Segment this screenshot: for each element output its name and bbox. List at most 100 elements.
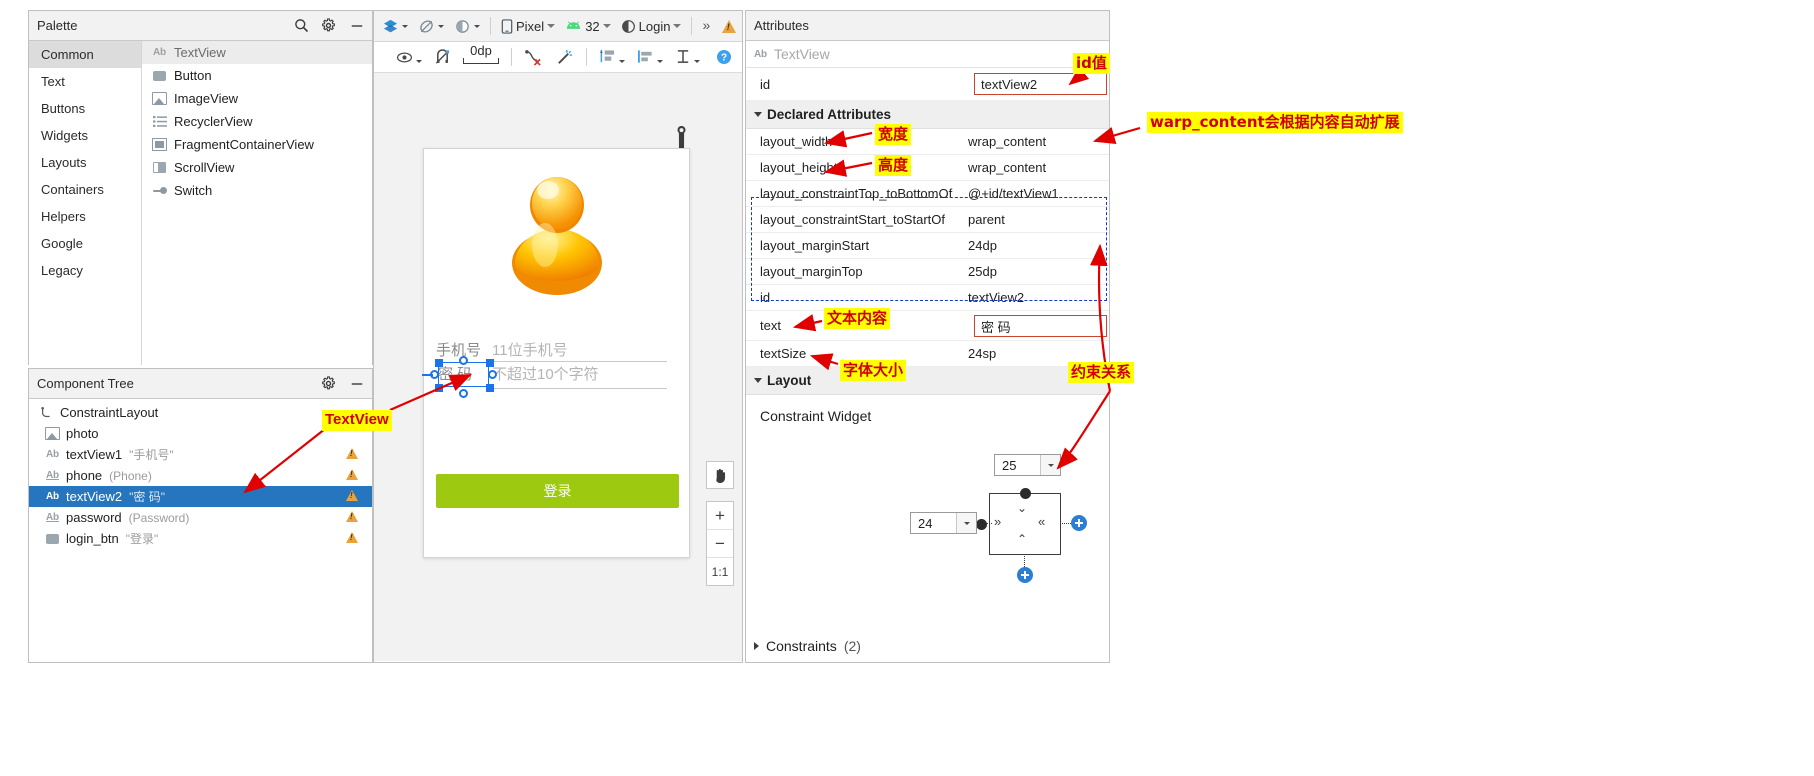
tree-node-photo[interactable]: photo xyxy=(29,423,372,444)
search-icon[interactable] xyxy=(294,18,309,33)
palette-category-legacy[interactable]: Legacy xyxy=(29,257,141,284)
help-icon[interactable]: ? xyxy=(716,49,732,65)
constraint-chevron-down-icon[interactable]: ⌄ xyxy=(1017,501,1027,515)
warning-icon[interactable] xyxy=(346,489,358,504)
palette-item-recyclerview[interactable]: RecyclerView xyxy=(142,110,372,133)
gear-icon[interactable] xyxy=(321,18,336,33)
tree-node-phone[interactable]: Ab phone (Phone) xyxy=(29,465,372,486)
attr-value[interactable]: 24sp xyxy=(958,346,1109,361)
attr-row-margin-start[interactable]: layout_marginStart 24dp xyxy=(746,233,1109,259)
attr-row-id[interactable]: id textView2 xyxy=(746,285,1109,311)
add-constraint-bottom-icon[interactable] xyxy=(1017,567,1033,586)
attr-value[interactable]: wrap_content xyxy=(958,160,1109,175)
constraint-anchor-bottom[interactable] xyxy=(459,389,468,398)
attr-row-textsize[interactable]: textSize 24sp xyxy=(746,341,1109,367)
attr-value[interactable]: textView2 xyxy=(958,290,1109,305)
constraint-anchor-left-dot[interactable] xyxy=(976,519,987,530)
selection-box[interactable] xyxy=(438,362,489,387)
phone-preview[interactable]: 手机号 11位手机号 密 码 不超过10个字符 登录 xyxy=(422,148,690,558)
guideline-icon[interactable] xyxy=(671,45,704,69)
constraint-chevron-up-icon[interactable]: ⌃ xyxy=(1017,532,1027,546)
attr-value[interactable]: wrap_content xyxy=(958,134,1109,149)
warning-icon[interactable] xyxy=(346,510,358,525)
palette-category-common[interactable]: Common xyxy=(29,41,141,68)
theme-icon[interactable] xyxy=(450,14,484,38)
layers-icon[interactable] xyxy=(378,14,412,38)
minimize-icon[interactable] xyxy=(350,19,364,33)
palette-item-fragmentcontainerview[interactable]: FragmentContainerView xyxy=(142,133,372,156)
pan-hand-icon[interactable] xyxy=(706,461,734,489)
chevron-down-icon[interactable] xyxy=(1040,455,1060,475)
tree-node-login-btn[interactable]: login_btn "登录" xyxy=(29,528,372,549)
warning-icon[interactable] xyxy=(346,447,358,462)
attr-row-text[interactable]: text 密 码 xyxy=(746,311,1109,341)
infer-constraints-icon[interactable] xyxy=(551,45,578,69)
attr-value[interactable]: parent xyxy=(958,212,1109,227)
palette-category-widgets[interactable]: Widgets xyxy=(29,122,141,149)
attr-row-margin-top[interactable]: layout_marginTop 25dp xyxy=(746,259,1109,285)
zoom-in-button[interactable]: + xyxy=(707,502,733,530)
palette-category-buttons[interactable]: Buttons xyxy=(29,95,141,122)
margin-start-spinner[interactable]: 24 xyxy=(910,512,977,534)
constraint-anchor-right[interactable] xyxy=(488,370,497,379)
add-constraint-right-icon[interactable] xyxy=(1071,515,1087,534)
selection-handle-tr[interactable] xyxy=(486,359,494,367)
constraint-widget[interactable]: ⌄ ⌃ » « xyxy=(989,488,1061,555)
attr-row-constraint-top[interactable]: layout_constraintTop_toBottomOf @+id/tex… xyxy=(746,181,1109,207)
design-canvas[interactable]: 手机号 11位手机号 密 码 不超过10个字符 登录 + − 1:1 xyxy=(374,73,742,661)
align-icon[interactable] xyxy=(633,45,667,69)
tree-node-textview1[interactable]: Ab textView1 "手机号" xyxy=(29,444,372,465)
preview-login-button[interactable]: 登录 xyxy=(436,474,679,508)
palette-item-button[interactable]: Button xyxy=(142,64,372,87)
warning-icon[interactable] xyxy=(346,531,358,546)
palette-category-google[interactable]: Google xyxy=(29,230,141,257)
chevron-down-icon[interactable] xyxy=(956,513,976,533)
attr-row-id-top[interactable]: id textView2 xyxy=(746,68,1109,101)
orientation-icon[interactable] xyxy=(414,14,448,38)
palette-category-layouts[interactable]: Layouts xyxy=(29,149,141,176)
constraints-section[interactable]: Constraints (2) xyxy=(754,638,861,654)
margin-selector[interactable]: 0dp xyxy=(459,44,503,69)
palette-item-switch[interactable]: Switch xyxy=(142,179,372,202)
constraint-knob-top[interactable] xyxy=(1020,488,1031,499)
text-value-input[interactable]: 密 码 xyxy=(974,315,1107,337)
toolbar-overflow-button[interactable]: » xyxy=(698,13,714,40)
palette-item-textview[interactable]: Ab TextView xyxy=(142,41,372,64)
tree-node-constraintlayout[interactable]: ConstraintLayout xyxy=(29,402,372,423)
attr-value[interactable]: 24dp xyxy=(958,238,1109,253)
eye-icon[interactable] xyxy=(392,45,426,69)
attr-value[interactable]: @+id/textView1 xyxy=(958,186,1109,201)
warning-icon[interactable] xyxy=(722,19,737,33)
declared-attributes-section[interactable]: Declared Attributes xyxy=(746,101,1109,129)
tree-node-textview2[interactable]: Ab textView2 "密 码" xyxy=(29,486,372,507)
selection-handle-bl[interactable] xyxy=(435,384,443,392)
constraint-arrow-right-icon[interactable]: » xyxy=(994,514,1001,529)
layout-section[interactable]: Layout xyxy=(746,367,1109,395)
zoom-level-button[interactable]: 1:1 xyxy=(707,558,733,585)
palette-category-helpers[interactable]: Helpers xyxy=(29,203,141,230)
attr-row-layout-height[interactable]: layout_height wrap_content xyxy=(746,155,1109,181)
magnet-off-icon[interactable] xyxy=(430,45,455,69)
margin-top-spinner[interactable]: 25 xyxy=(994,454,1061,476)
id-value-input[interactable]: textView2 xyxy=(974,73,1107,95)
selection-handle-br[interactable] xyxy=(486,384,494,392)
attr-row-constraint-start[interactable]: layout_constraintStart_toStartOf parent xyxy=(746,207,1109,233)
palette-item-scrollview[interactable]: ScrollView xyxy=(142,156,372,179)
zoom-out-button[interactable]: − xyxy=(707,530,733,558)
selection-handle-tl[interactable] xyxy=(435,359,443,367)
attr-row-layout-width[interactable]: layout_width wrap_content xyxy=(746,129,1109,155)
api-selector[interactable]: 32 xyxy=(561,14,614,38)
constraint-anchor-top[interactable] xyxy=(459,356,468,365)
palette-category-containers[interactable]: Containers xyxy=(29,176,141,203)
device-selector[interactable]: Pixel xyxy=(497,14,559,38)
pack-icon[interactable] xyxy=(595,45,629,69)
theme-selector[interactable]: Login xyxy=(617,14,686,38)
constraint-arrow-left-icon[interactable]: « xyxy=(1038,514,1045,529)
tree-node-password[interactable]: Ab password (Password) xyxy=(29,507,372,528)
palette-category-text[interactable]: Text xyxy=(29,68,141,95)
minimize-icon[interactable] xyxy=(350,377,364,391)
attr-value[interactable]: 25dp xyxy=(958,264,1109,279)
gear-icon[interactable] xyxy=(321,376,336,391)
warning-icon[interactable] xyxy=(346,468,358,483)
clear-constraints-icon[interactable] xyxy=(520,45,547,69)
